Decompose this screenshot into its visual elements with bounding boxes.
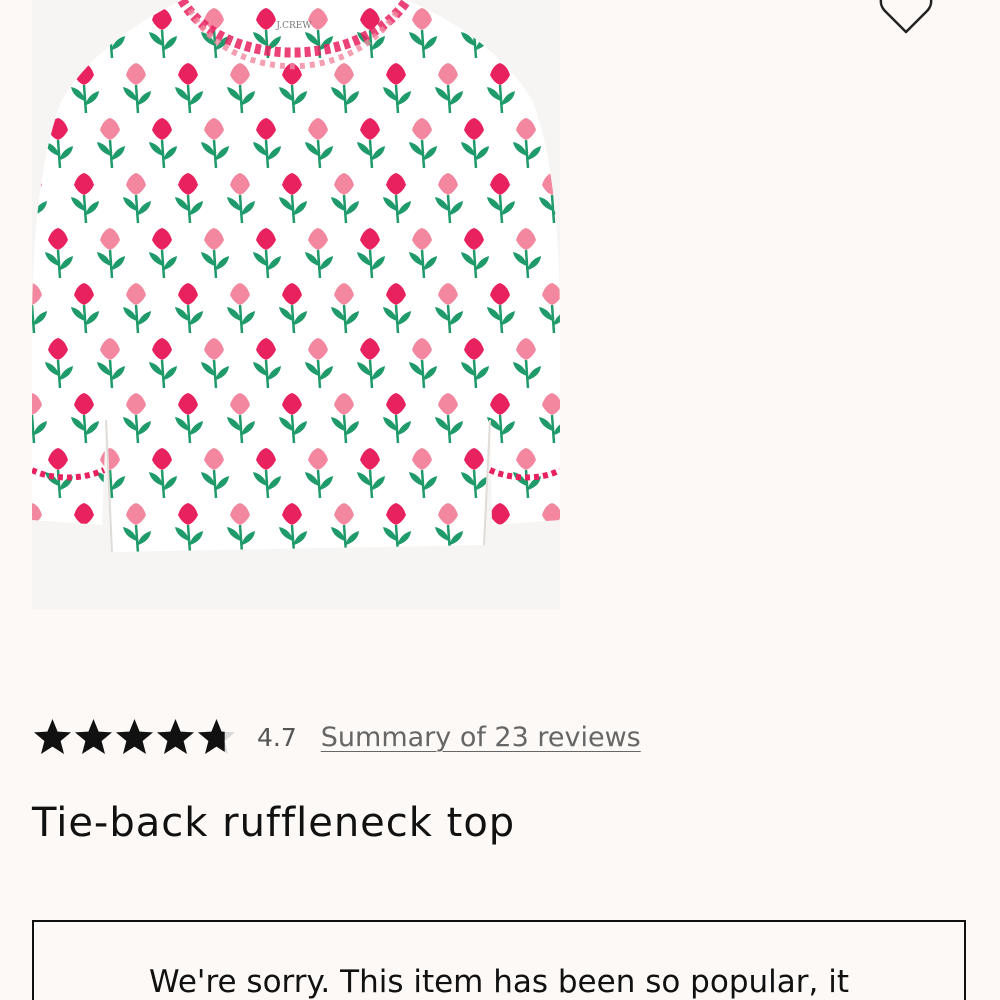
star-rating (32, 717, 237, 757)
notice-text: We're sorry. This item has been so popul… (149, 964, 849, 1000)
product-title: Tie-back ruffleneck top (32, 800, 516, 846)
blouse-illustration: J.CREW (32, 0, 560, 610)
star-icon (116, 719, 153, 754)
star-icon (157, 719, 194, 754)
heart-outline-icon (879, 0, 933, 34)
reviews-summary-link[interactable]: Summary of 23 reviews (321, 722, 641, 753)
sold-out-notice: We're sorry. This item has been so popul… (32, 920, 966, 1000)
rating-value: 4.7 (257, 722, 297, 752)
product-page: J.CREW 4.7 Summary of 23 reviews Tie-bac… (0, 0, 1000, 1000)
rating-row: 4.7 Summary of 23 reviews (32, 712, 641, 762)
star-icon (75, 719, 112, 754)
star-icon (34, 719, 71, 754)
brand-label: J.CREW (275, 21, 312, 31)
star-icon (198, 719, 235, 754)
product-image[interactable]: J.CREW (32, 0, 560, 610)
wishlist-button[interactable] (878, 0, 934, 36)
